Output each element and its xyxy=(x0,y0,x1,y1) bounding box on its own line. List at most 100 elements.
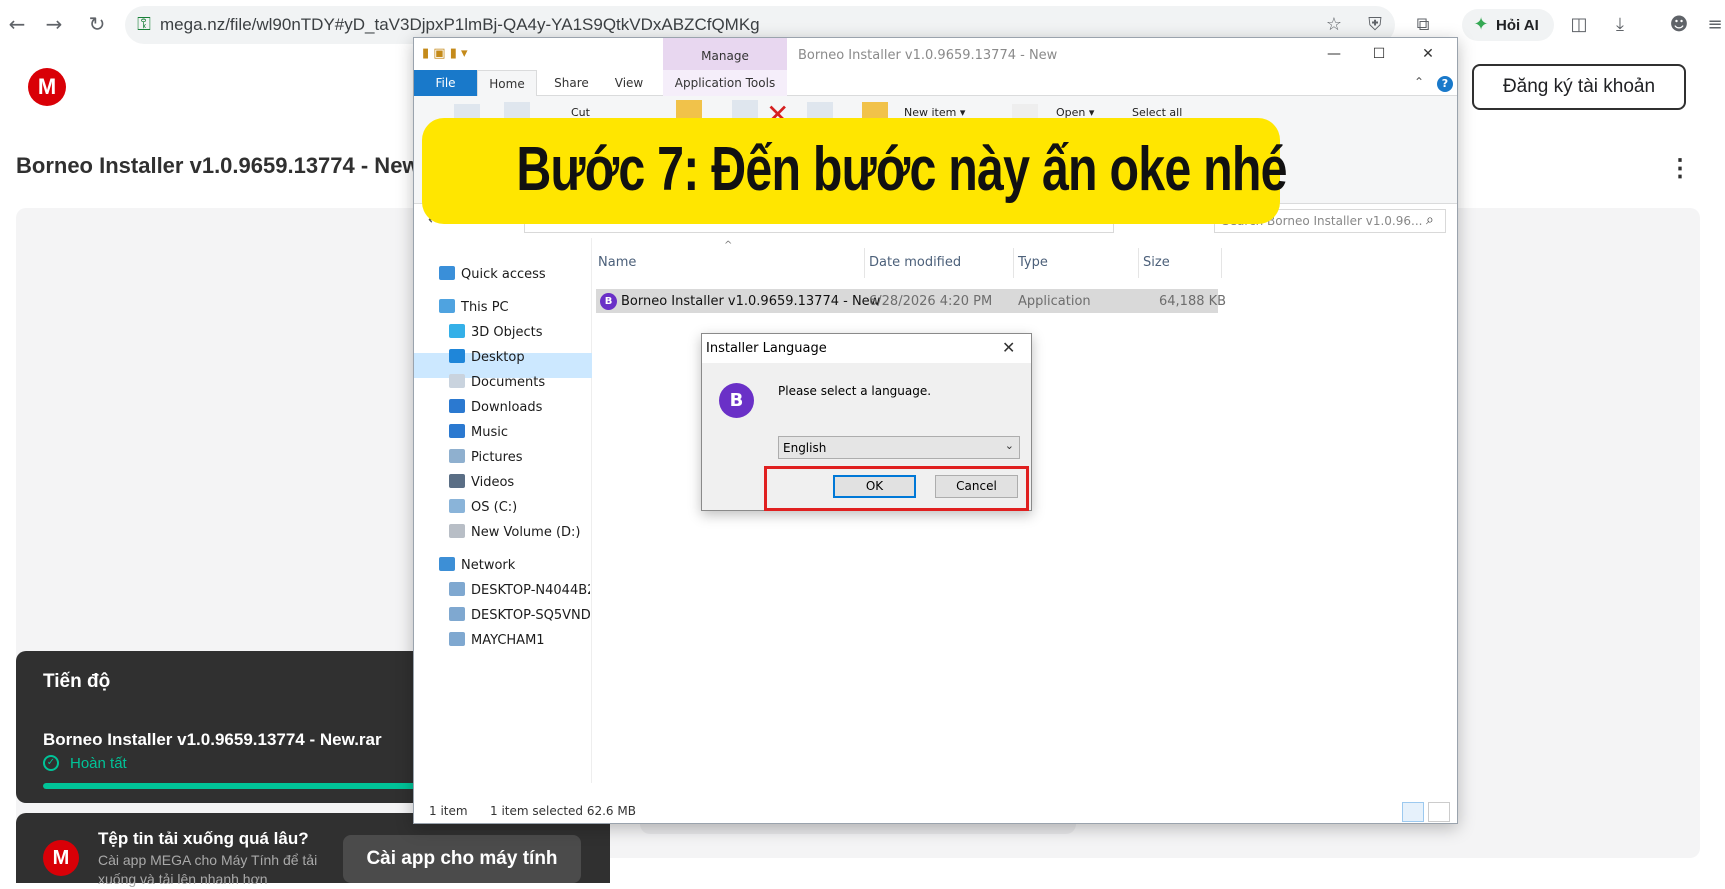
desktop-icon xyxy=(449,349,465,363)
network-icon xyxy=(439,557,455,571)
tab-view[interactable]: View xyxy=(604,70,654,96)
nav-desktop-label: Desktop xyxy=(471,350,525,365)
minimize-button[interactable]: — xyxy=(1311,43,1357,65)
language-select-value: English xyxy=(783,441,827,455)
nav-music-label: Music xyxy=(471,425,508,440)
nav-videos[interactable]: Videos xyxy=(449,470,514,495)
pictures-icon xyxy=(449,449,465,463)
tab-share[interactable]: Share xyxy=(544,70,599,96)
progress-bar-fill xyxy=(43,783,463,789)
nav-pictures-label: Pictures xyxy=(471,450,523,465)
column-name[interactable]: Name xyxy=(598,255,636,270)
nav-music[interactable]: Music xyxy=(449,420,508,445)
file-name[interactable]: Borneo Installer v1.0.9659.13774 - New xyxy=(621,294,880,309)
highlight-box xyxy=(764,466,1029,511)
nav-network-pc-2[interactable]: DESKTOP-SQ5VNDE xyxy=(449,603,590,628)
nav-network-pc-3-label: MAYCHAM1 xyxy=(471,633,545,648)
nav-network-pc-1[interactable]: DESKTOP-N4044B2 xyxy=(449,578,590,603)
progress-file-name: Borneo Installer v1.0.9659.13774 - New.r… xyxy=(43,730,382,749)
file-title: Borneo Installer v1.0.9659.13774 - New. xyxy=(16,153,425,178)
nav-documents-label: Documents xyxy=(471,375,546,390)
profile-avatar-icon[interactable]: ☻ xyxy=(1668,14,1690,36)
nav-desktop[interactable]: Desktop xyxy=(449,345,525,370)
reload-icon[interactable]: ↻ xyxy=(85,12,109,36)
star-icon xyxy=(439,266,455,280)
dialog-message: Please select a language. xyxy=(778,384,932,398)
nav-new-volume-d[interactable]: New Volume (D:) xyxy=(449,520,581,545)
tab-application-tools[interactable]: Application Tools xyxy=(663,70,787,96)
help-icon[interactable]: ? xyxy=(1437,76,1453,92)
column-size[interactable]: Size xyxy=(1143,255,1170,270)
computer-icon xyxy=(449,582,465,596)
borneo-app-icon: B xyxy=(600,293,617,310)
progress-bar xyxy=(43,783,463,789)
mega-app-logo: M xyxy=(43,840,79,876)
item-count: 1 item xyxy=(429,804,468,818)
column-divider[interactable] xyxy=(864,248,865,278)
nav-new-volume-d-label: New Volume (D:) xyxy=(471,525,581,540)
forward-icon[interactable]: → xyxy=(42,12,66,36)
file-type: Application xyxy=(1018,294,1091,309)
selection-info: 1 item selected 62.6 MB xyxy=(490,804,636,818)
back-icon[interactable]: ← xyxy=(5,12,29,36)
drive-icon xyxy=(449,499,465,513)
nav-network-label: Network xyxy=(461,558,516,573)
nav-3d-objects[interactable]: 3D Objects xyxy=(449,320,543,345)
nav-pictures[interactable]: Pictures xyxy=(449,445,522,470)
details-view-button[interactable] xyxy=(1402,802,1424,822)
nav-documents[interactable]: Documents xyxy=(449,370,545,395)
search-icon[interactable]: ⌕ xyxy=(1426,212,1434,228)
column-type[interactable]: Type xyxy=(1018,255,1048,270)
documents-icon xyxy=(449,374,465,388)
videos-icon xyxy=(449,474,465,488)
install-app-button[interactable]: Cài app cho máy tính xyxy=(343,835,581,883)
window-title: Borneo Installer v1.0.9659.13774 - New xyxy=(798,48,1058,63)
app-promo-title: Tệp tin tải xuống quá lâu? xyxy=(98,829,309,848)
file-size: 64,188 KB xyxy=(1159,294,1227,309)
file-date: 6/28/2026 4:20 PM xyxy=(869,294,993,309)
maximize-button[interactable]: ☐ xyxy=(1356,43,1402,65)
signup-button[interactable]: Đăng ký tài khoản xyxy=(1472,64,1686,110)
progress-status: Hoàn tất xyxy=(70,755,127,772)
nav-os-c[interactable]: OS (C:) xyxy=(449,495,517,520)
split-view-icon[interactable]: ◫ xyxy=(1568,14,1590,36)
sort-arrow-icon: ^ xyxy=(724,240,733,251)
nav-network-pc-3[interactable]: MAYCHAM1 xyxy=(449,628,545,653)
nav-network-pc-1-label: DESKTOP-N4044B2 xyxy=(471,583,590,598)
lock-icon[interactable]: ⚿ xyxy=(133,14,155,36)
nav-this-pc-label: This PC xyxy=(461,300,509,315)
nav-downloads-label: Downloads xyxy=(471,400,543,415)
column-divider[interactable] xyxy=(1013,248,1014,278)
menu-icon[interactable]: ≡ xyxy=(1704,14,1725,36)
quick-access-toolbar[interactable]: ▮ ▣ ▮ ▾ xyxy=(422,46,468,61)
download-icon[interactable]: ⤓ xyxy=(1609,14,1631,36)
tab-file[interactable]: File xyxy=(414,70,477,96)
computer-icon xyxy=(449,632,465,646)
shield-icon[interactable]: ⛨ xyxy=(1364,14,1386,36)
collapse-ribbon-icon[interactable]: ⌃ xyxy=(1414,75,1424,89)
progress-title: Tiến độ xyxy=(43,671,111,692)
music-icon xyxy=(449,424,465,438)
nav-downloads[interactable]: Downloads xyxy=(449,395,542,420)
nav-network-pc-2-label: DESKTOP-SQ5VNDE xyxy=(471,608,590,623)
tab-home[interactable]: Home xyxy=(477,70,537,96)
language-select[interactable]: English ⌄ xyxy=(778,436,1020,459)
column-divider[interactable] xyxy=(1138,248,1139,278)
borneo-logo-icon: B xyxy=(719,383,754,418)
mega-logo[interactable]: M xyxy=(28,68,66,106)
nav-quick-access[interactable]: Quick access xyxy=(439,262,546,287)
large-icons-view-button[interactable] xyxy=(1428,802,1450,822)
more-options-icon[interactable]: ⋮ xyxy=(1668,154,1692,183)
nav-this-pc[interactable]: This PC xyxy=(439,295,509,320)
chevron-down-icon: ⌄ xyxy=(1004,439,1014,452)
url-text[interactable]: mega.nz/file/wl90nTDY#yD_taV3DjpxP1lmBj-… xyxy=(160,15,760,35)
app-promo-description: Cài app MEGA cho Máy Tính để tải xuống v… xyxy=(98,852,318,887)
nav-network[interactable]: Network xyxy=(439,553,515,578)
close-window-button[interactable]: ✕ xyxy=(1405,43,1451,65)
close-icon[interactable]: ✕ xyxy=(1002,338,1015,357)
star-icon[interactable]: ☆ xyxy=(1323,14,1345,36)
extensions-icon[interactable]: ⧉ xyxy=(1412,14,1434,36)
column-divider[interactable] xyxy=(1221,248,1222,278)
column-date-modified[interactable]: Date modified xyxy=(869,255,961,270)
sparkle-icon: ✦ xyxy=(1473,14,1489,35)
